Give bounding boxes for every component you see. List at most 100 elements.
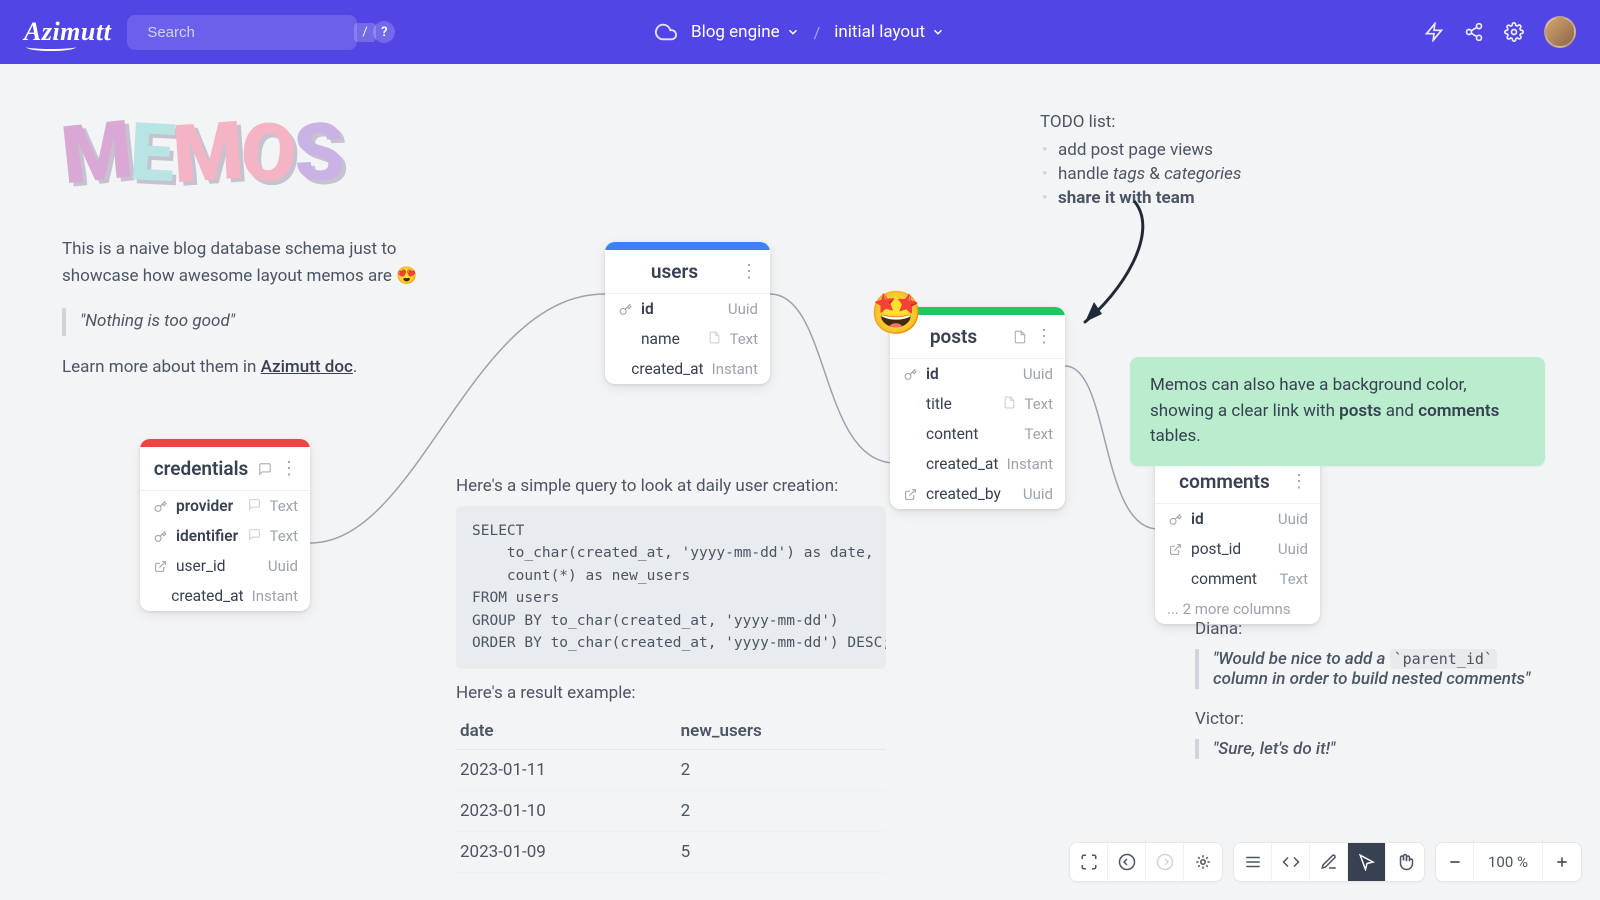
column-row[interactable]: created_byUuid [890,479,1065,509]
code-button[interactable] [1272,843,1310,881]
entity-name: comments [1167,470,1282,493]
entity-menu-icon[interactable]: ⋮ [1290,471,1308,492]
help-button[interactable]: ? [373,21,395,43]
column-row[interactable]: identifierText [140,521,310,551]
entity-menu-icon[interactable]: ⋮ [740,261,758,282]
intro-quote: "Nothing is too good" [62,308,422,335]
search-input[interactable] [147,24,346,41]
key-icon [1167,513,1183,526]
note-icon [1003,395,1016,413]
fit-button[interactable] [1184,843,1222,881]
column-row[interactable]: provider Text [140,491,310,521]
column-row[interactable]: user_idUuid [140,551,310,581]
gear-icon[interactable] [1504,22,1524,42]
column-type: Text [269,497,298,515]
table-header: date [456,713,677,750]
column-row[interactable]: created_at Instant [605,354,770,384]
todo-item: add post page views [1058,138,1300,162]
column-name: id [1191,510,1270,528]
hand-button[interactable] [1386,843,1424,881]
column-name: user_id [176,557,260,575]
chevron-down-icon [786,25,800,39]
column-row[interactable]: post_idUuid [1155,534,1320,564]
column-name: created_at [926,455,999,473]
entity-name: users [617,260,732,283]
column-row[interactable]: name Text [605,324,770,354]
entity-users[interactable]: users ⋮ idUuid name Text created_at Instant [605,242,770,384]
external-link-icon [152,560,168,573]
column-name: title [926,395,995,413]
note-icon [248,527,261,545]
entity-comments[interactable]: comments ⋮ idUuidpost_idUuidcommentText … [1155,452,1320,624]
column-row[interactable]: created_atInstant [890,449,1065,479]
column-name: comment [1191,570,1271,588]
intro-line1: This is a naive blog database schema jus… [62,236,422,263]
column-row[interactable]: commentText [1155,564,1320,594]
intro-learn: Learn more about them in Azimutt doc. [62,354,422,381]
table-row: 2023-01-112 [456,749,886,790]
query-sql: SELECT to_char(created_at, 'yyyy-mm-dd')… [456,506,886,669]
doc-link[interactable]: Azimutt doc [261,357,353,377]
column-row[interactable]: idUuid [605,294,770,324]
query-memo: Here's a simple query to look at daily u… [456,476,886,873]
breadcrumb-project[interactable]: Blog engine [691,22,800,42]
column-row[interactable]: id Uuid [1155,504,1320,534]
breadcrumb-separator: / [814,23,821,42]
zoom-out-button[interactable] [1436,843,1474,881]
column-type: Uuid [1023,365,1053,383]
avatar[interactable] [1544,16,1576,48]
column-row[interactable]: title Text [890,389,1065,419]
column-row[interactable]: id Uuid [890,359,1065,389]
entity-menu-icon[interactable]: ⋮ [280,458,298,479]
back-button[interactable] [1108,843,1146,881]
column-name: provider [176,497,240,515]
chat-icon [258,462,272,476]
external-link-icon [902,488,918,501]
entity-menu-icon[interactable]: ⋮ [1035,326,1053,347]
column-type: Instant [712,360,758,378]
breadcrumb-project-label: Blog engine [691,22,780,42]
external-link-icon [1167,543,1183,556]
edit-button[interactable] [1310,843,1348,881]
column-type: Uuid [728,300,758,318]
fullscreen-button[interactable] [1070,843,1108,881]
column-type: Text [269,527,298,545]
canvas[interactable]: MEMOS This is a naive blog database sche… [0,64,1600,900]
memos-heading: MEMOS [62,106,342,200]
search-box[interactable]: / [127,15,357,50]
column-name: name [641,330,700,348]
logo[interactable]: Azimutt [24,17,111,47]
comment-author: Victor: [1195,709,1555,729]
share-icon[interactable] [1464,22,1484,42]
column-row[interactable]: created_atInstant [140,581,310,611]
discussion-memo: Diana: "Would be nice to add a `parent_i… [1195,619,1555,779]
todo-title: TODO list: [1040,112,1300,132]
column-name: created_by [926,485,1015,503]
key-icon [617,303,633,316]
chevron-down-icon [931,25,945,39]
key-icon [152,530,168,543]
zoom-in-button[interactable] [1543,843,1581,881]
star-emoji: 🤩 [870,289,922,338]
breadcrumb: Blog engine / initial layout [655,21,945,43]
column-name: post_id [1191,540,1270,558]
bolt-icon[interactable] [1424,22,1444,42]
green-memo: Memos can also have a background color, … [1130,357,1545,466]
column-type: Instant [252,587,298,605]
pointer-button[interactable] [1348,843,1386,881]
query-result-table: date new_users 2023-01-1122023-01-102202… [456,713,886,873]
forward-button[interactable] [1146,843,1184,881]
column-name: id [926,365,1015,383]
intro-line2: showcase how awesome layout memos are 😍 [62,263,422,290]
canvas-toolbar: 100 % [1069,842,1582,882]
column-type: Text [1024,395,1053,413]
intro-memo: This is a naive blog database schema jus… [62,236,422,381]
column-row[interactable]: contentText [890,419,1065,449]
comment-author: Diana: [1195,619,1555,639]
list-button[interactable] [1234,843,1272,881]
breadcrumb-layout[interactable]: initial layout [834,22,945,42]
column-type: Text [729,330,758,348]
entity-credentials[interactable]: credentials ⋮ providerTextidentifierText… [140,439,310,611]
column-name: created_at [631,360,703,378]
column-type: Uuid [1278,510,1308,528]
